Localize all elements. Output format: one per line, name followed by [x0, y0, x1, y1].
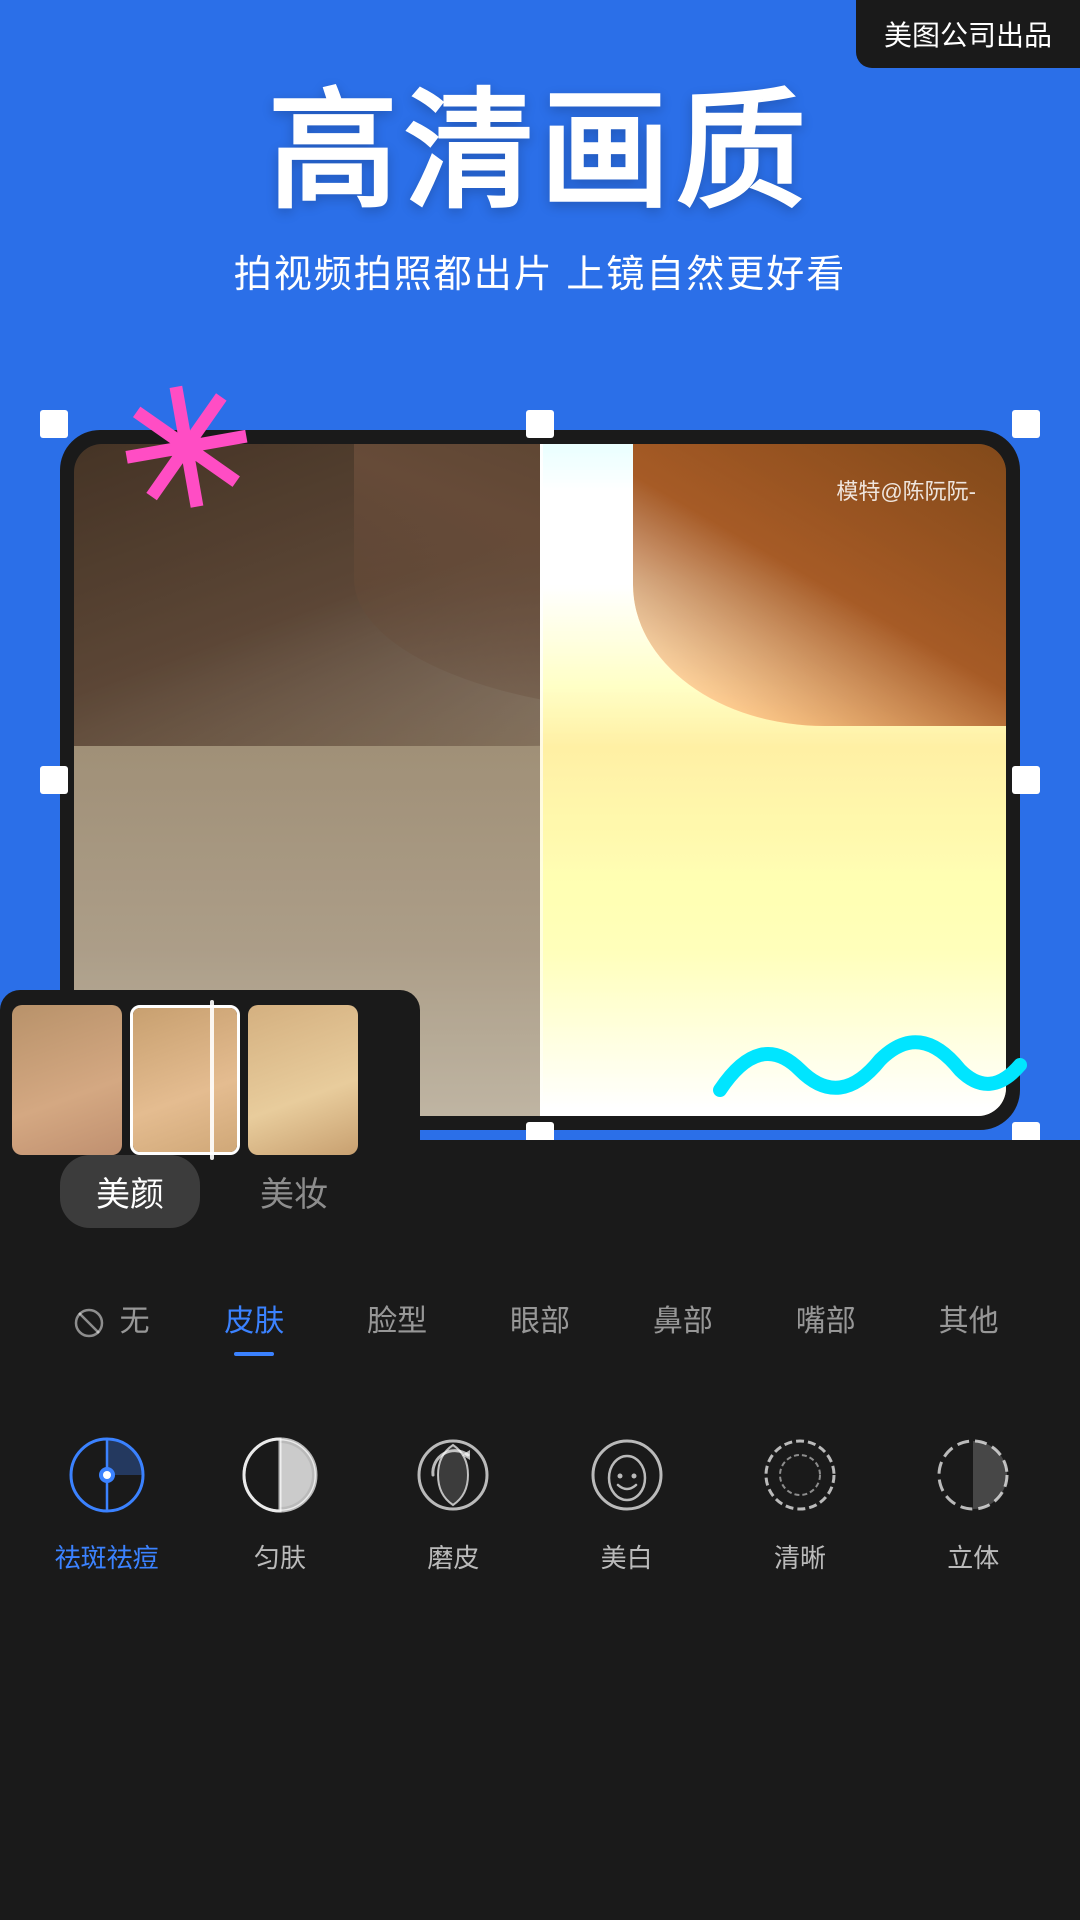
squiggle-decoration: [710, 1010, 1030, 1135]
handle-top-right[interactable]: [1012, 410, 1040, 438]
brand-badge: 美图公司出品: [856, 0, 1080, 68]
cat-mouth[interactable]: 嘴部: [754, 1280, 897, 1356]
watermark-text: 模特@陈阮阮-: [836, 474, 976, 506]
hero-title: 高清画质: [0, 80, 1080, 223]
hero-subtitle: 拍视频拍照都出片 上镜自然更好看: [0, 243, 1080, 298]
asterisk-decoration: ✳: [107, 360, 267, 541]
whiten-icon: [582, 1430, 672, 1520]
handle-mid-left[interactable]: [40, 766, 68, 794]
skinsmooth-label: 磨皮: [427, 1538, 479, 1575]
tab-beauty[interactable]: 美颜: [60, 1155, 200, 1228]
handle-top-mid[interactable]: [526, 410, 554, 438]
cat-eyes[interactable]: 眼部: [469, 1280, 612, 1356]
smooth-icon: [235, 1430, 325, 1520]
skinsmooth-icon: [408, 1430, 498, 1520]
handle-top-left[interactable]: [40, 410, 68, 438]
tools-row: 祛斑祛痘 匀肤 磨皮: [0, 1410, 1080, 1575]
smooth-label: 匀肤: [254, 1538, 306, 1575]
spot-label: 祛斑祛痘: [55, 1538, 159, 1575]
tool-smooth[interactable]: 匀肤: [193, 1430, 366, 1575]
tool-立体[interactable]: 立体: [887, 1430, 1060, 1575]
whiten-label: 美白: [601, 1538, 653, 1575]
clear-icon: [755, 1430, 845, 1520]
立体-icon: [928, 1430, 1018, 1520]
tab-row: 美颜 美妆: [0, 1155, 1080, 1228]
spot-icon: [62, 1430, 152, 1520]
tool-clear[interactable]: 清晰: [713, 1430, 886, 1575]
cat-nose[interactable]: 鼻部: [611, 1280, 754, 1356]
tool-skinsmooth[interactable]: 磨皮: [367, 1430, 540, 1575]
tool-spot[interactable]: 祛斑祛痘: [20, 1430, 193, 1575]
cat-none[interactable]: 无: [40, 1280, 183, 1356]
category-row: 无 皮肤 脸型 眼部 鼻部 嘴部 其他: [0, 1280, 1080, 1356]
cat-skin[interactable]: 皮肤: [183, 1280, 326, 1356]
thumbnail-slider[interactable]: [210, 1000, 214, 1160]
thumbnail-2[interactable]: [130, 1005, 240, 1155]
no-icon: [73, 1305, 119, 1338]
thumbnail-3[interactable]: [248, 1005, 358, 1155]
hero-section: 高清画质 拍视频拍照都出片 上镜自然更好看: [0, 80, 1080, 298]
split-line: [540, 444, 543, 1116]
thumbnail-1[interactable]: [12, 1005, 122, 1155]
cat-other[interactable]: 其他: [897, 1280, 1040, 1356]
tab-makeup[interactable]: 美妆: [260, 1155, 328, 1228]
cat-face[interactable]: 脸型: [326, 1280, 469, 1356]
thumbnail-strip: [0, 990, 420, 1170]
handle-mid-right[interactable]: [1012, 766, 1040, 794]
tool-whiten[interactable]: 美白: [540, 1430, 713, 1575]
立体-label: 立体: [947, 1538, 999, 1575]
clear-label: 清晰: [774, 1538, 826, 1575]
